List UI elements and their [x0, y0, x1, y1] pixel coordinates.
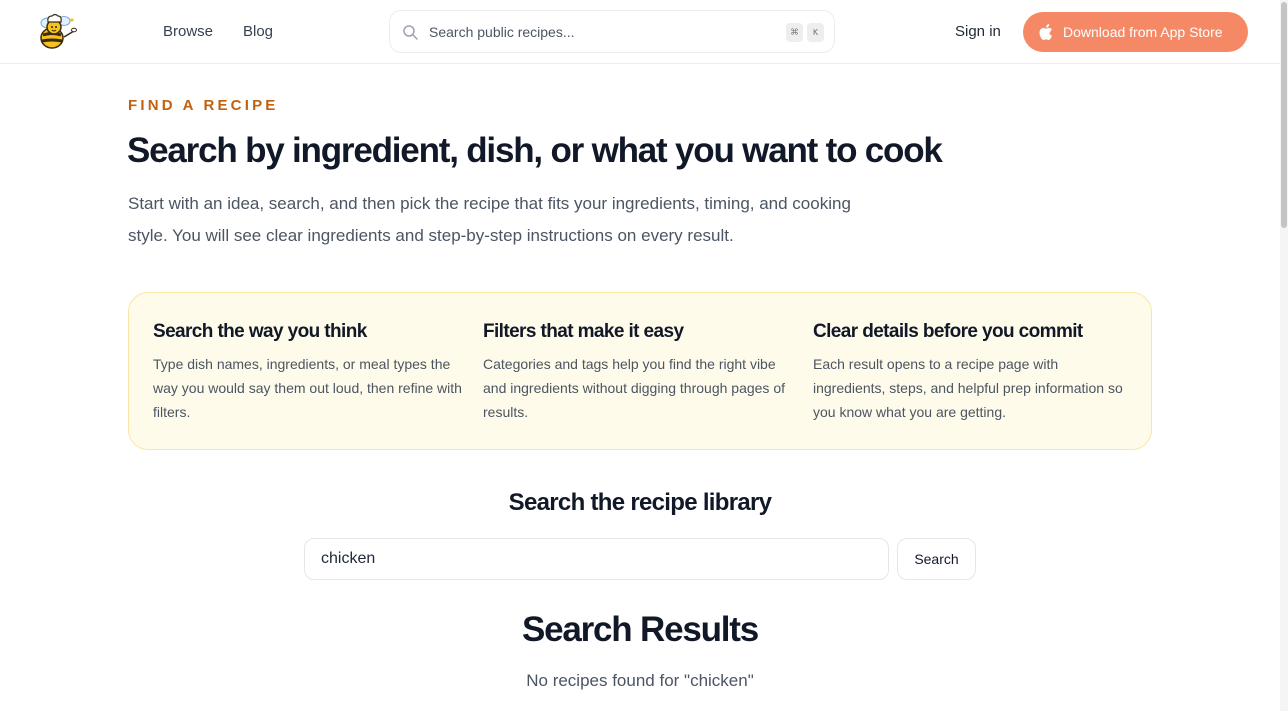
feature-card: Search the way you think Type dish names… [153, 321, 463, 424]
apple-icon [1039, 24, 1053, 40]
hero-eyebrow: FIND A RECIPE [128, 97, 279, 114]
global-search-placeholder[interactable]: Search public recipes... [429, 24, 575, 40]
search-icon [402, 24, 419, 41]
nav-blog-link[interactable]: Blog [243, 23, 273, 40]
command-key-hint: ⌘ [786, 23, 803, 42]
feature-card: Filters that make it easy Categories and… [483, 321, 793, 424]
download-app-store-button[interactable]: Download from App Store [1023, 12, 1248, 52]
download-button-label: Download from App Store [1063, 24, 1223, 40]
sign-in-link[interactable]: Sign in [955, 23, 1001, 40]
library-search-heading: Search the recipe library [508, 489, 772, 516]
recipe-search-input[interactable] [304, 538, 889, 580]
scrollbar-thumb[interactable] [1281, 2, 1287, 228]
global-search-box[interactable]: Search public recipes... ⌘ K [389, 10, 835, 53]
page-title: Search by ingredient, dish, or what you … [127, 131, 943, 170]
feature-title: Clear details before you commit [813, 321, 1083, 342]
feature-title: Search the way you think [153, 321, 367, 342]
feature-text: Type dish names, ingredients, or meal ty… [153, 356, 462, 420]
feature-card: Clear details before you commit Each res… [813, 321, 1123, 424]
feature-title: Filters that make it easy [483, 321, 684, 342]
page-scrollbar[interactable] [1280, 0, 1288, 711]
feature-text: Categories and tags help you find the ri… [483, 356, 785, 420]
no-results-message: No recipes found for "chicken" [526, 671, 754, 690]
feature-text: Each result opens to a recipe page with … [813, 356, 1123, 420]
bee-chef-logo[interactable] [34, 11, 78, 51]
hero-subtitle: Start with an idea, search, and then pic… [128, 194, 851, 245]
site-header: Browse Blog Search public recipes... ⌘ K… [0, 0, 1280, 64]
features-panel: Search the way you think Type dish names… [128, 292, 1152, 450]
search-button[interactable]: Search [897, 538, 976, 580]
search-results-heading: Search Results [521, 610, 759, 649]
k-key-hint: K [807, 23, 824, 42]
nav-browse-link[interactable]: Browse [163, 23, 213, 40]
